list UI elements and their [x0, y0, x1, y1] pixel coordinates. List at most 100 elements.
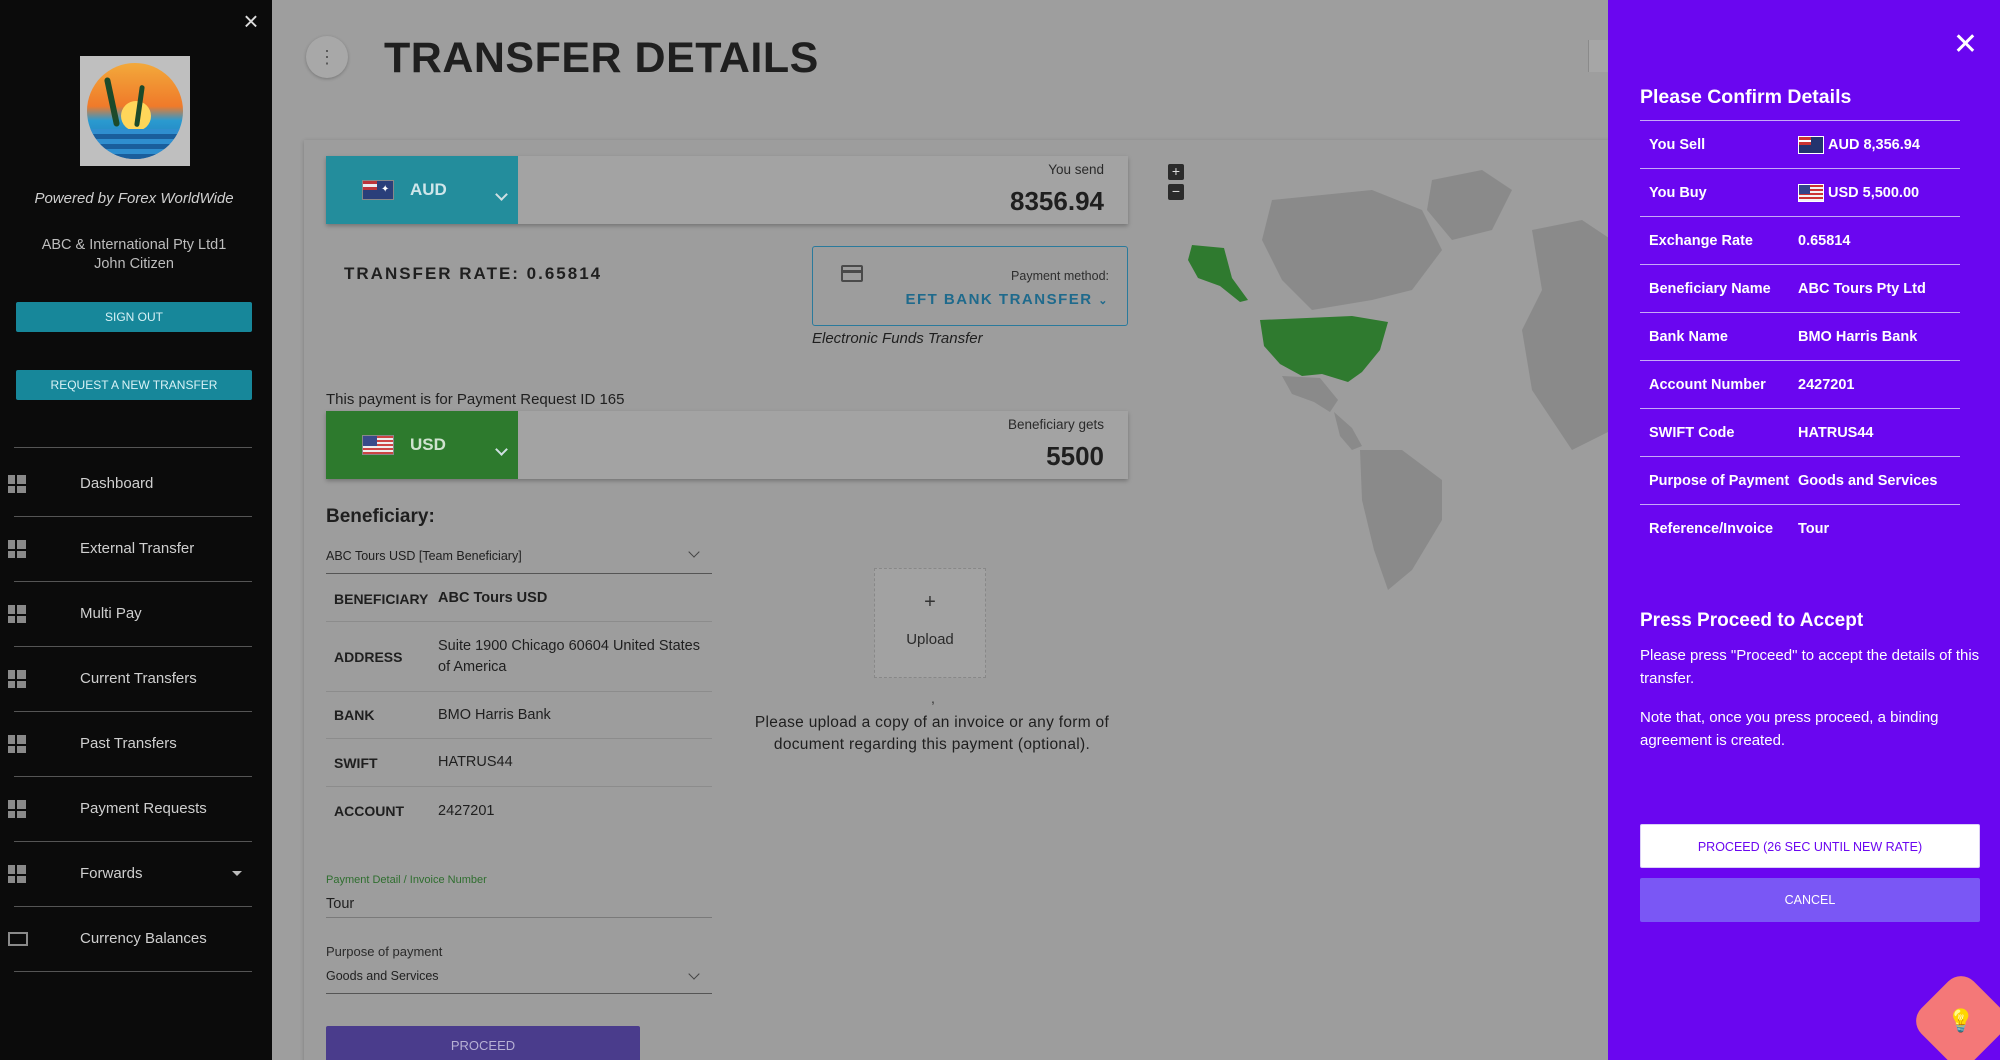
- address-value: Suite 1900 Chicago 60604 United States o…: [438, 637, 700, 675]
- nav-label: Forwards: [80, 865, 143, 882]
- purpose-select[interactable]: Goods and Services: [326, 960, 712, 994]
- confirm-row-you-buy: You Buy USD 5,500.00: [1640, 168, 1960, 216]
- plus-icon: +: [924, 591, 936, 613]
- payment-detail-input[interactable]: Tour: [326, 888, 712, 918]
- top-right-control[interactable]: [1588, 40, 1608, 72]
- table-row: BANK BMO Harris Bank: [326, 692, 712, 739]
- nav-item-payment-requests[interactable]: Payment Requests: [0, 778, 252, 842]
- bank-value: BMO Harris Bank: [438, 706, 551, 723]
- confirm-value: Tour: [1798, 520, 1830, 537]
- beneficiary-select-value: ABC Tours USD [Team Beneficiary]: [326, 549, 522, 563]
- map-land-alaska: [1188, 245, 1248, 302]
- cancel-button[interactable]: CANCEL: [1640, 878, 1980, 922]
- world-map[interactable]: [1152, 150, 1608, 590]
- address-key: ADDRESS: [334, 648, 403, 665]
- nav-item-multi-pay[interactable]: Multi Pay: [0, 583, 252, 647]
- sign-out-button[interactable]: SIGN OUT: [16, 302, 252, 332]
- table-row: BENEFICIARY ABC Tours USD: [326, 576, 712, 622]
- dashboard-icon: [8, 475, 26, 493]
- send-currency-select[interactable]: AUD: [326, 156, 518, 224]
- receive-amount-row: USD Beneficiary gets 5500: [326, 411, 1128, 479]
- nav-label: Currency Balances: [80, 930, 207, 947]
- confirm-value: BMO Harris Bank: [1798, 328, 1918, 345]
- nav-item-dashboard[interactable]: Dashboard: [0, 453, 252, 517]
- receive-amount-label: Beneficiary gets: [1007, 417, 1104, 432]
- confirm-row-bank-name: Bank Name BMO Harris Bank: [1640, 312, 1960, 360]
- confirm-key: Purpose of Payment: [1649, 472, 1790, 489]
- send-currency-code: AUD: [410, 180, 447, 199]
- nav-item-external-transfer[interactable]: External Transfer: [0, 518, 252, 582]
- zoom-out-button[interactable]: −: [1168, 184, 1184, 200]
- confirm-value: AUD 8,356.94: [1828, 136, 1920, 153]
- chevron-down-icon: ⌄: [1098, 295, 1109, 307]
- confirm-value: USD 5,500.00: [1828, 184, 1920, 201]
- beneficiary-table: BENEFICIARY ABC Tours USD ADDRESS Suite …: [326, 576, 712, 835]
- usa-flag-icon: [1798, 183, 1824, 202]
- map-land-central-america: [1334, 412, 1362, 450]
- purpose-value: Goods and Services: [326, 969, 439, 983]
- page-title: TRANSFER DETAILS: [384, 34, 819, 82]
- send-amount-label: You send: [1048, 162, 1104, 177]
- sidebar-close-icon[interactable]: ×: [240, 8, 262, 34]
- nav-label: Dashboard: [80, 475, 154, 492]
- confirm-value: 2427201: [1798, 376, 1855, 393]
- confirm-panel: ✕ Please Confirm Details You Sell AUD 8,…: [1608, 0, 2000, 1060]
- more-options-icon[interactable]: ⋮: [306, 36, 348, 78]
- sidebar-divider: [14, 447, 252, 448]
- request-transfer-button[interactable]: REQUEST A NEW TRANSFER: [16, 370, 252, 400]
- confirm-row-purpose: Purpose of Payment Goods and Services: [1640, 456, 1960, 504]
- nav-item-current-transfers[interactable]: Current Transfers: [0, 648, 252, 712]
- beneficiary-key: BENEFICIARY: [334, 590, 429, 607]
- confirm-key: SWIFT Code: [1649, 424, 1735, 441]
- company-name: ABC & International Pty Ltd1: [41, 237, 227, 253]
- confirm-proceed-button[interactable]: PROCEED (26 SEC UNTIL NEW RATE): [1640, 824, 1980, 868]
- upload-separator: ,: [931, 690, 935, 706]
- dashboard-icon: [8, 800, 26, 818]
- payment-method-value: EFT BANK TRANSFER ⌄: [905, 291, 1109, 308]
- close-icon[interactable]: ✕: [1953, 30, 1978, 60]
- send-amount-row: AUD You send 8356.94: [326, 156, 1128, 224]
- map-land-south-america: [1360, 450, 1442, 590]
- upload-button[interactable]: + Upload: [874, 568, 986, 678]
- cash-icon: [8, 932, 28, 946]
- receive-currency-select[interactable]: USD: [326, 411, 518, 479]
- beneficiary-value: ABC Tours USD: [438, 590, 548, 606]
- nav-label: Current Transfers: [80, 670, 197, 687]
- accept-instructions: Please press "Proceed" to accept the det…: [1640, 647, 1980, 687]
- nav-label: Past Transfers: [80, 735, 177, 752]
- payment-method-description: Electronic Funds Transfer: [812, 330, 983, 347]
- dashboard-icon: [8, 865, 26, 883]
- confirm-row-exchange-rate: Exchange Rate 0.65814: [1640, 216, 1960, 264]
- account-value: 2427201: [438, 802, 495, 819]
- bank-key: BANK: [334, 707, 375, 723]
- map-zoom-controls: + −: [1168, 164, 1184, 204]
- confirm-row-reference: Reference/Invoice Tour: [1640, 504, 1960, 552]
- usa-flag-icon: [362, 435, 394, 455]
- confirm-key: You Sell: [1649, 136, 1706, 153]
- table-row: ADDRESS Suite 1900 Chicago 60604 United …: [326, 622, 712, 692]
- upload-label: Upload: [906, 631, 954, 648]
- beneficiary-select[interactable]: ABC Tours USD [Team Beneficiary]: [326, 538, 712, 574]
- confirm-key: Beneficiary Name: [1649, 280, 1771, 297]
- proceed-button[interactable]: PROCEED: [326, 1026, 640, 1060]
- chevron-down-icon: [688, 968, 700, 980]
- zoom-in-button[interactable]: +: [1168, 164, 1184, 180]
- receive-amount-input[interactable]: 5500: [1046, 441, 1104, 472]
- send-amount-input[interactable]: 8356.94: [1010, 186, 1104, 217]
- nav-item-currency-balances[interactable]: Currency Balances: [0, 908, 252, 972]
- nav-item-past-transfers[interactable]: Past Transfers: [0, 713, 252, 777]
- user-name: John Citizen: [94, 256, 174, 272]
- map-land-greenland: [1427, 170, 1512, 240]
- map-land-europe-africa: [1522, 220, 1608, 450]
- payment-method-label: Payment method:: [1011, 269, 1109, 283]
- payment-detail-label: Payment Detail / Invoice Number: [326, 874, 487, 886]
- chevron-down-icon: [688, 546, 700, 558]
- confirm-table: You Sell AUD 8,356.94 You Buy USD 5,500.…: [1640, 120, 1960, 552]
- payment-method-select[interactable]: Payment method: EFT BANK TRANSFER ⌄: [812, 246, 1128, 326]
- confirm-row-beneficiary-name: Beneficiary Name ABC Tours Pty Ltd: [1640, 264, 1960, 312]
- transfer-rate: TRANSFER RATE: 0.65814: [344, 264, 603, 283]
- payment-detail-value: Tour: [326, 896, 355, 912]
- chevron-down-icon: [495, 188, 508, 201]
- confirm-value: ABC Tours Pty Ltd: [1798, 280, 1926, 297]
- nav-item-forwards[interactable]: Forwards: [0, 843, 252, 907]
